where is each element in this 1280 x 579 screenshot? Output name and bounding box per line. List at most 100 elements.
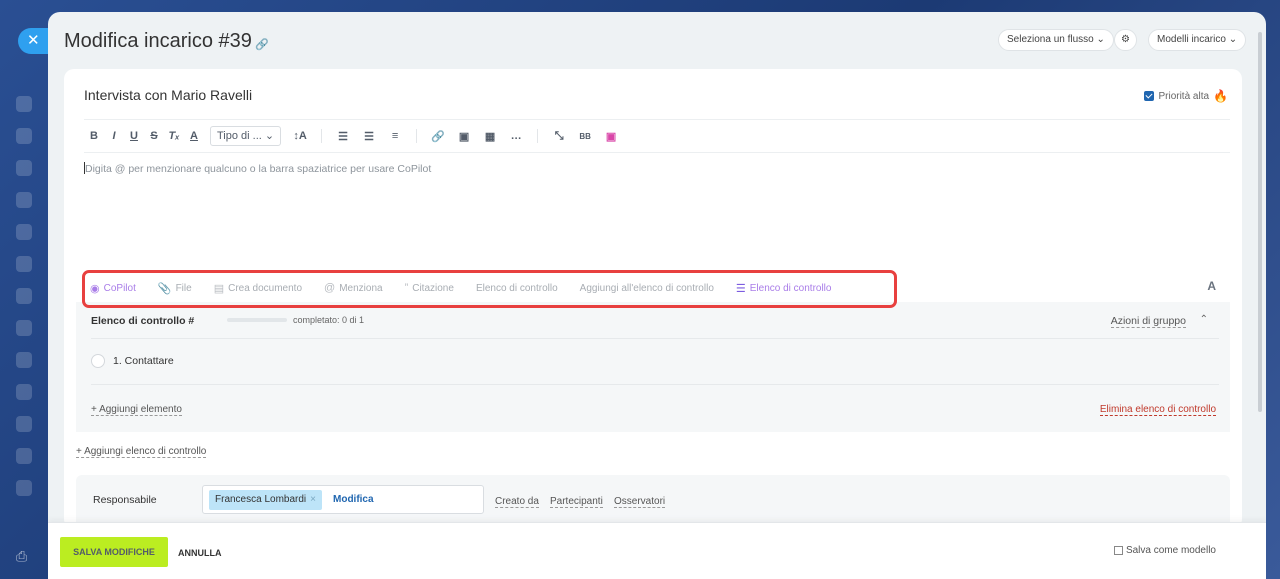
underline-icon[interactable]: U [124, 130, 144, 142]
checklist-add-button[interactable]: ☰ Elenco di controllo [736, 282, 832, 295]
remove-icon[interactable]: × [310, 494, 316, 505]
rail-icon[interactable] [16, 160, 32, 176]
checklist-icon: ☰ [735, 282, 746, 295]
toolbar-separator [416, 129, 418, 143]
rail-icon[interactable] [16, 480, 32, 496]
checkbox-checked-icon[interactable] [1144, 91, 1155, 101]
quote-icon: ” [404, 282, 409, 294]
document-icon: ▤ [213, 282, 225, 295]
rail-icon[interactable] [16, 384, 32, 400]
divider [91, 338, 1219, 339]
clear-format-icon[interactable]: Tₓ [164, 130, 184, 142]
checklist-title[interactable]: Elenco di controllo # [91, 315, 194, 327]
close-button[interactable]: ✕ [18, 28, 52, 54]
task-templates-button[interactable]: Modelli incarico ⌄ [1148, 29, 1247, 51]
font-style-icon[interactable]: A [1207, 279, 1216, 293]
font-size-icon[interactable]: ↕A [287, 130, 313, 142]
cancel-button[interactable]: ANNULLA [178, 548, 222, 558]
panel-header: Modifica incarico #39 🔗 Seleziona un flu… [48, 12, 1266, 70]
create-document-button[interactable]: ▤ Crea documento [214, 282, 302, 295]
editor-toolbar: B I U S Tₓ A Tipo di ... ⌄ ↕A ☰ ☰ ≡ 🔗 ▣ … [84, 125, 624, 147]
checklist-button[interactable]: Elenco di controllo [476, 283, 558, 294]
rail-icon[interactable] [16, 128, 32, 144]
file-button[interactable]: 📎 File [158, 282, 192, 295]
add-to-checklist-button[interactable]: Aggiungi all'elenco di controllo [580, 283, 714, 294]
strikethrough-icon[interactable]: S [144, 130, 164, 142]
checklist-block: Elenco di controllo # completato: 0 di 1… [76, 302, 1230, 432]
rail-icon[interactable] [16, 288, 32, 304]
code-icon[interactable]: … [503, 130, 529, 142]
observers-link[interactable]: Osservatori [614, 496, 666, 508]
save-as-template[interactable]: Salva come modello [1113, 545, 1216, 556]
checklist-status: completato: 0 di 1 [293, 315, 365, 325]
edit-assignee-link[interactable]: Modifica [333, 494, 374, 505]
image-ai-icon[interactable]: ▣ [598, 130, 624, 143]
divider [84, 119, 1230, 120]
gear-icon[interactable]: ⚙ [1114, 29, 1137, 51]
copilot-icon: ◉ [90, 282, 100, 295]
table-icon[interactable]: ▦ [477, 130, 503, 143]
checklist-item-checkbox[interactable] [91, 354, 105, 368]
copilot-button[interactable]: ◉ CoPilot [90, 282, 136, 295]
text-color-icon[interactable]: A [184, 130, 204, 142]
bbcode-icon[interactable]: BB [572, 132, 598, 141]
delete-checklist-link[interactable]: Elimina elenco di controllo [1099, 404, 1216, 416]
fire-icon: 🔥 [1213, 89, 1228, 103]
group-actions-link[interactable]: Azioni di gruppo [1110, 315, 1186, 328]
save-template-checkbox[interactable] [1113, 546, 1123, 555]
list-item: 1. Contattare [91, 354, 174, 368]
edit-task-panel: Modifica incarico #39 🔗 Seleziona un flu… [48, 12, 1266, 579]
at-icon: @ [324, 282, 336, 294]
editor-actions-bar: ◉ CoPilot 📎 File ▤ Crea documento @ Menz… [90, 277, 853, 299]
rail-icon[interactable] [16, 224, 32, 240]
rail-icon[interactable] [16, 256, 32, 272]
bold-icon[interactable]: B [84, 130, 104, 142]
divider [91, 384, 1219, 385]
left-rail: ⎙ [0, 0, 48, 579]
link-icon[interactable]: 🔗 [425, 130, 451, 143]
task-card: Intervista con Mario Ravelli Priorità al… [64, 69, 1242, 529]
rail-icon[interactable] [16, 448, 32, 464]
participants-link[interactable]: Partecipanti [550, 496, 603, 508]
task-description-editor[interactable]: Digita @ per menzionare qualcuno o la ba… [84, 162, 1184, 272]
fullscreen-icon[interactable]: ⤡ [546, 130, 572, 143]
add-item-link[interactable]: + Aggiungi elemento [91, 404, 182, 416]
rail-icon[interactable] [16, 352, 32, 368]
rail-icon[interactable] [16, 320, 32, 336]
save-template-label: Salva come modello [1125, 545, 1216, 556]
page-title: Modifica incarico #39 [64, 30, 252, 52]
assignee-label: Responsabile [93, 494, 157, 506]
checklist-item-label[interactable]: 1. Contattare [113, 355, 174, 367]
numbered-list-icon[interactable]: ☰ [330, 130, 356, 143]
checklist-progress-bar [227, 318, 287, 322]
font-type-select[interactable]: Tipo di ... ⌄ [210, 126, 282, 146]
rail-icon[interactable] [16, 192, 32, 208]
quote-button[interactable]: ” Citazione [405, 282, 454, 294]
bullet-list-icon[interactable]: ☰ [356, 130, 382, 143]
task-title-input[interactable]: Intervista con Mario Ravelli [84, 87, 252, 103]
add-checklist-link[interactable]: + Aggiungi elenco di controllo [76, 446, 207, 458]
assignee-tag: Francesca Lombardi × [209, 490, 322, 510]
footer-bar: SALVA MODIFICHE ANNULLA Salva come model… [48, 522, 1266, 579]
align-icon[interactable]: ≡ [382, 130, 408, 142]
assignee-field[interactable]: Francesca Lombardi × Modifica [202, 485, 484, 514]
scrollbar[interactable] [1258, 32, 1262, 412]
paperclip-icon: 📎 [157, 282, 172, 295]
editor-placeholder: Digita @ per menzionare qualcuno o la ba… [85, 163, 432, 175]
toolbar-separator [321, 129, 323, 143]
priority-toggle[interactable]: Priorità alta 🔥 [1144, 89, 1228, 103]
created-by-link[interactable]: Creato da [495, 496, 539, 508]
rail-icon[interactable] [16, 416, 32, 432]
priority-label: Priorità alta [1158, 90, 1210, 102]
toolbar-separator [537, 129, 539, 143]
italic-icon[interactable]: I [104, 130, 124, 142]
select-flow-button[interactable]: Seleziona un flusso ⌄ [998, 29, 1114, 51]
printer-icon[interactable]: ⎙ [16, 548, 32, 564]
chevron-up-icon[interactable]: ⌃ [1200, 314, 1208, 325]
divider [84, 152, 1230, 153]
link-icon[interactable]: 🔗 [255, 38, 269, 51]
mention-button[interactable]: @ Menziona [324, 282, 383, 294]
image-icon[interactable]: ▣ [451, 130, 477, 143]
rail-icon[interactable] [16, 96, 32, 112]
save-button[interactable]: SALVA MODIFICHE [60, 537, 168, 567]
